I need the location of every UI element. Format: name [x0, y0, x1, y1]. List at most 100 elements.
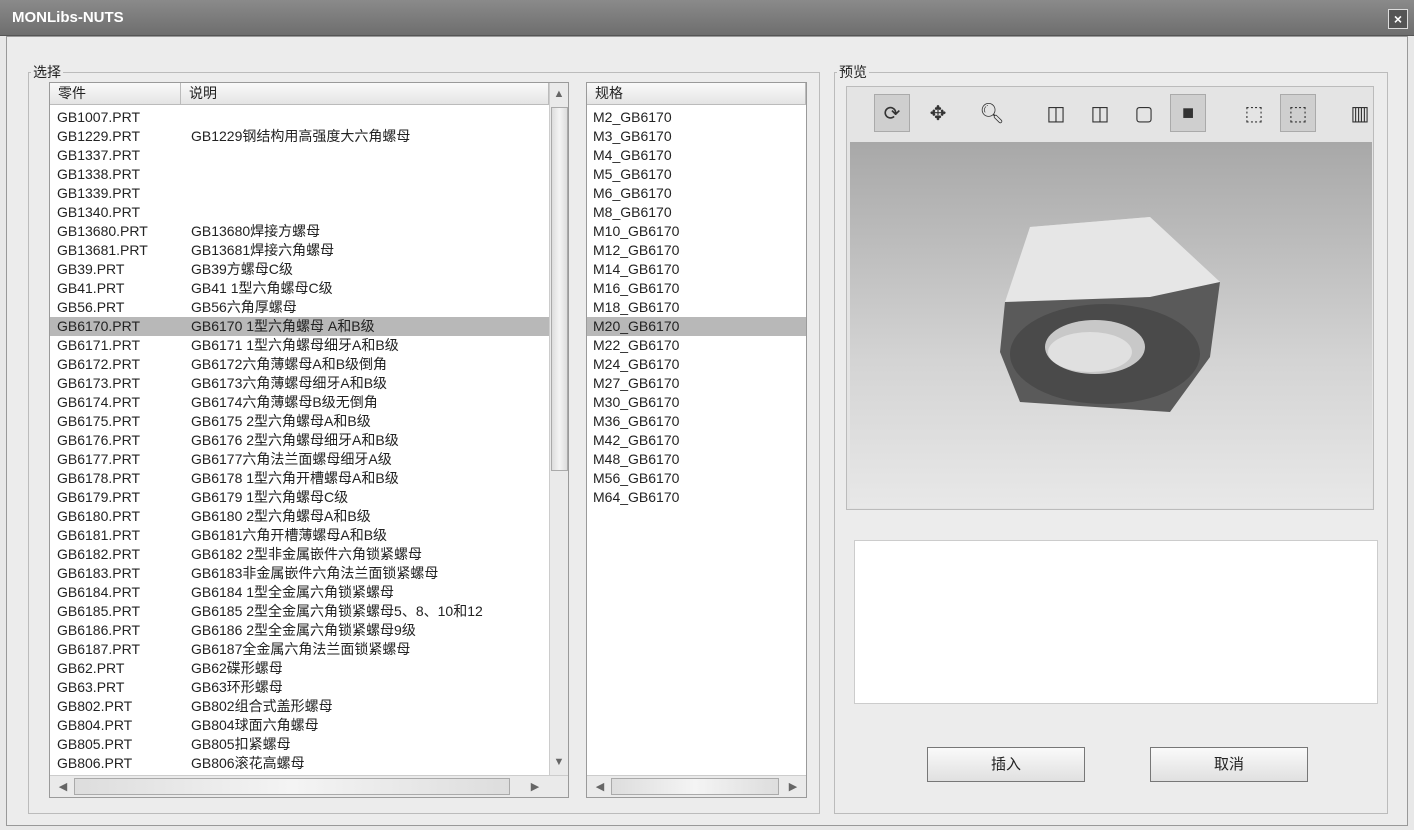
part-name: GB63.PRT [57, 679, 125, 695]
scroll-down-icon[interactable]: ▼ [550, 753, 568, 771]
table-row[interactable]: GB804.PRT GB804球面六角螺母 [50, 716, 549, 735]
table-row[interactable]: GB13680.PRT GB13680焊接方螺母 [50, 222, 549, 241]
table-row[interactable]: GB6183.PRT GB6183非金属嵌件六角法兰面锁紧螺母 [50, 564, 549, 583]
spec-item[interactable]: M27_GB6170 [587, 374, 806, 393]
part-description: GB6179 1型六角螺母C级 [191, 489, 349, 505]
hidden-line-cube-icon[interactable]: ◫ [1082, 94, 1118, 132]
perspective-cube-icon[interactable]: ⬚ [1236, 94, 1272, 132]
table-row[interactable]: GB6178.PRT GB6178 1型六角开槽螺母A和B级 [50, 469, 549, 488]
table-row[interactable]: GB1229.PRT GB1229钢结构用高强度大六角螺母 [50, 127, 549, 146]
table-row[interactable]: GB802.PRT GB802组合式盖形螺母 [50, 697, 549, 716]
film-icon[interactable]: ▥ [1342, 94, 1378, 132]
spec-item[interactable]: M20_GB6170 [587, 317, 806, 336]
part-name: GB802.PRT [57, 698, 133, 714]
spec-item[interactable]: M4_GB6170 [587, 146, 806, 165]
vertical-scrollbar[interactable]: ▲ ▼ [549, 83, 568, 775]
parts-list[interactable]: 零件 说明 GB1007.PRT GB1229.PRT GB1229钢结构用高强度大… [49, 82, 569, 798]
close-button[interactable]: × [1388, 9, 1408, 29]
table-row[interactable]: GB41.PRT GB41 1型六角螺母C级 [50, 279, 549, 298]
3d-viewport[interactable] [850, 142, 1372, 508]
table-row[interactable]: GB39.PRT GB39方螺母C级 [50, 260, 549, 279]
spec-item[interactable]: M30_GB6170 [587, 393, 806, 412]
spec-item[interactable]: M42_GB6170 [587, 431, 806, 450]
pan-icon[interactable]: ✥ [920, 94, 956, 132]
table-row[interactable]: GB6187.PRT GB6187全金属六角法兰面锁紧螺母 [50, 640, 549, 659]
scroll-up-icon[interactable]: ▲ [550, 85, 568, 103]
spec-item[interactable]: M3_GB6170 [587, 127, 806, 146]
shaded-cube-icon[interactable]: ■ [1170, 94, 1206, 132]
table-row[interactable]: GB805.PRT GB805扣紧螺母 [50, 735, 549, 754]
part-description: GB6178 1型六角开槽螺母A和B级 [191, 470, 399, 486]
table-row[interactable]: GB6180.PRT GB6180 2型六角螺母A和B级 [50, 507, 549, 526]
part-description: GB6174六角薄螺母B级无倒角 [191, 394, 378, 410]
scroll-right-icon[interactable]: ▶ [526, 778, 544, 796]
spec-item[interactable]: M10_GB6170 [587, 222, 806, 241]
spec-item[interactable]: M24_GB6170 [587, 355, 806, 374]
zoom-window-icon[interactable]: 🔍︎ [974, 94, 1010, 132]
rotate-icon[interactable]: ⟳ [874, 94, 910, 132]
no-hidden-cube-icon[interactable]: ▢ [1126, 94, 1162, 132]
table-row[interactable]: GB13681.PRT GB13681焊接六角螺母 [50, 241, 549, 260]
spec-item[interactable]: M16_GB6170 [587, 279, 806, 298]
spec-item[interactable]: M8_GB6170 [587, 203, 806, 222]
spec-item[interactable]: M5_GB6170 [587, 165, 806, 184]
title-bar: MONLibs-NUTS × [0, 0, 1414, 36]
table-row[interactable]: GB1339.PRT [50, 184, 549, 203]
cancel-button[interactable]: 取消 [1150, 747, 1308, 782]
spec-item[interactable]: M18_GB6170 [587, 298, 806, 317]
column-header-description[interactable]: 说明 [181, 83, 549, 105]
spec-item[interactable]: M64_GB6170 [587, 488, 806, 507]
part-name: GB1229.PRT [57, 128, 141, 144]
scroll-left-icon[interactable]: ◀ [591, 778, 609, 796]
table-row[interactable]: GB1338.PRT [50, 165, 549, 184]
part-name: GB805.PRT [57, 736, 133, 752]
spec-item[interactable]: M48_GB6170 [587, 450, 806, 469]
table-row[interactable]: GB6173.PRT GB6173六角薄螺母细牙A和B级 [50, 374, 549, 393]
spec-item[interactable]: M56_GB6170 [587, 469, 806, 488]
table-row[interactable]: GB6186.PRT GB6186 2型全金属六角锁紧螺母9级 [50, 621, 549, 640]
table-row[interactable]: GB6177.PRT GB6177六角法兰面螺母细牙A级 [50, 450, 549, 469]
table-row[interactable]: GB6172.PRT GB6172六角薄螺母A和B级倒角 [50, 355, 549, 374]
table-row[interactable]: GB1337.PRT [50, 146, 549, 165]
table-row[interactable]: GB62.PRT GB62碟形螺母 [50, 659, 549, 678]
spec-item[interactable]: M12_GB6170 [587, 241, 806, 260]
spec-item[interactable]: M36_GB6170 [587, 412, 806, 431]
table-row[interactable]: GB6185.PRT GB6185 2型全金属六角锁紧螺母5、8、10和12 [50, 602, 549, 621]
table-row[interactable]: GB6176.PRT GB6176 2型六角螺母细牙A和B级 [50, 431, 549, 450]
part-name: GB6182.PRT [57, 546, 141, 562]
column-header-part[interactable]: 零件 [50, 83, 181, 105]
table-row[interactable]: GB6181.PRT GB6181六角开槽薄螺母A和B级 [50, 526, 549, 545]
scroll-right-icon[interactable]: ▶ [784, 778, 802, 796]
spec-item[interactable]: M14_GB6170 [587, 260, 806, 279]
table-row[interactable]: GB56.PRT GB56六角厚螺母 [50, 298, 549, 317]
part-description: GB6172六角薄螺母A和B级倒角 [191, 356, 388, 372]
h-scroll-thumb[interactable] [74, 778, 510, 795]
table-row[interactable]: GB63.PRT GB63环形螺母 [50, 678, 549, 697]
table-row[interactable]: GB6171.PRT GB6171 1型六角螺母细牙A和B级 [50, 336, 549, 355]
spec-item[interactable]: M6_GB6170 [587, 184, 806, 203]
table-row[interactable]: GB6184.PRT GB6184 1型全金属六角锁紧螺母 [50, 583, 549, 602]
spec-horizontal-scrollbar[interactable]: ◀ ▶ [587, 775, 806, 797]
table-row[interactable]: GB6170.PRT GB6170 1型六角螺母 A和B级 [50, 317, 549, 336]
table-row[interactable]: GB6179.PRT GB6179 1型六角螺母C级 [50, 488, 549, 507]
table-row[interactable]: GB1340.PRT [50, 203, 549, 222]
wireframe-cube-icon[interactable]: ◫ [1038, 94, 1074, 132]
part-name: GB1338.PRT [57, 166, 141, 182]
table-row[interactable]: GB6182.PRT GB6182 2型非金属嵌件六角锁紧螺母 [50, 545, 549, 564]
table-row[interactable]: GB6174.PRT GB6174六角薄螺母B级无倒角 [50, 393, 549, 412]
spec-item[interactable]: M22_GB6170 [587, 336, 806, 355]
part-name: GB41.PRT [57, 280, 125, 296]
scroll-thumb[interactable] [551, 107, 568, 471]
spec-list[interactable]: 规格 M2_GB6170 M3_GB6170 M4_GB6170 M5_GB6170 M… [586, 82, 807, 798]
table-row[interactable]: GB806.PRT GB806滚花高螺母 [50, 754, 549, 773]
horizontal-scrollbar[interactable]: ◀ ▶ [50, 775, 568, 797]
column-header-spec[interactable]: 规格 [587, 83, 806, 105]
scroll-left-icon[interactable]: ◀ [54, 778, 72, 796]
insert-button[interactable]: 插入 [927, 747, 1085, 782]
spec-item[interactable]: M2_GB6170 [587, 108, 806, 127]
part-description: GB6177六角法兰面螺母细牙A级 [191, 451, 392, 467]
table-row[interactable]: GB6175.PRT GB6175 2型六角螺母A和B级 [50, 412, 549, 431]
h-scroll-thumb[interactable] [611, 778, 779, 795]
table-row[interactable]: GB1007.PRT [50, 109, 549, 127]
isometric-cube-icon[interactable]: ⬚ [1280, 94, 1316, 132]
